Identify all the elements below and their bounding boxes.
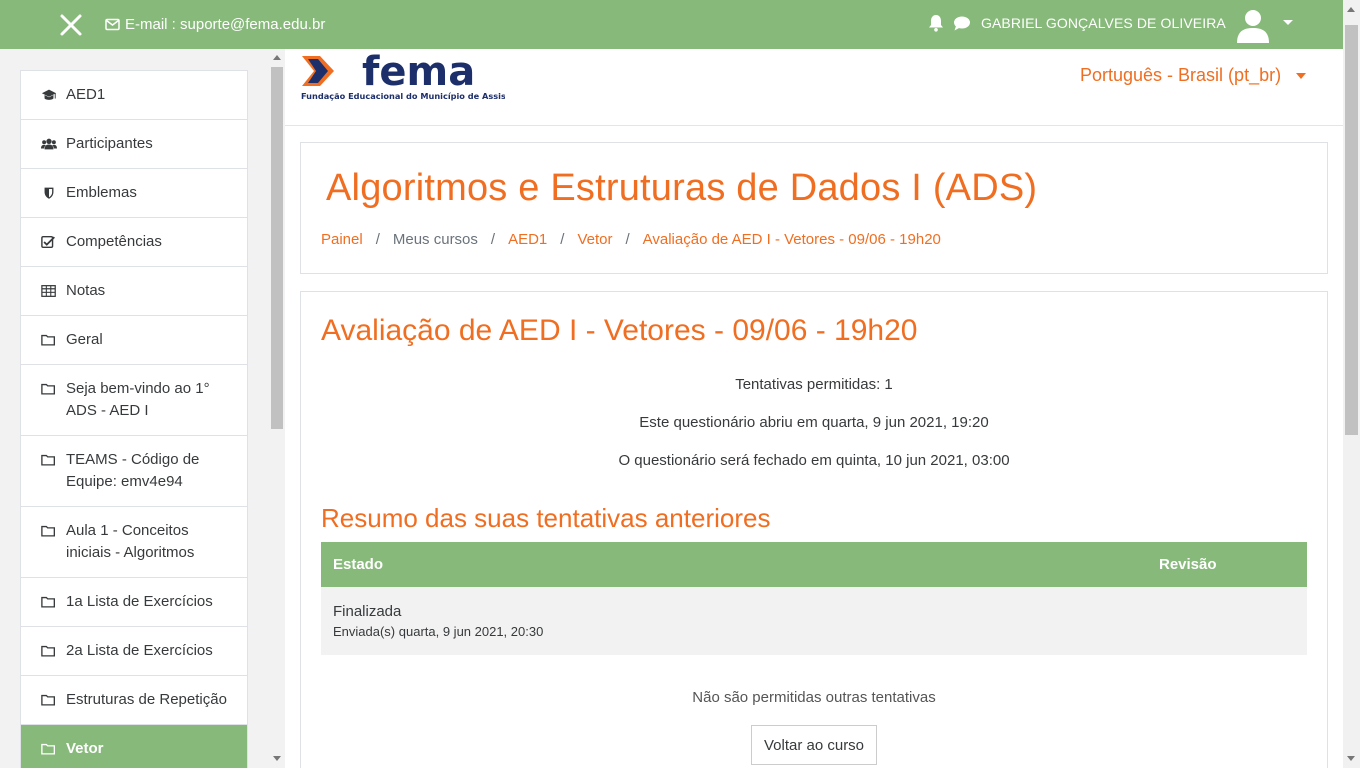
scroll-up-arrow-icon[interactable]	[1347, 7, 1355, 12]
sidebar-item-label: Competências	[66, 233, 162, 250]
folder-icon	[41, 329, 59, 351]
sidebar-item-aed1[interactable]: AED1	[21, 71, 247, 120]
breadcrumb-separator: /	[625, 231, 630, 248]
breadcrumb-painel[interactable]: Painel	[321, 231, 363, 248]
quiz-card: Avaliação de AED I - Vetores - 09/06 - 1…	[300, 291, 1328, 768]
close-icon	[60, 14, 82, 36]
page-scrollbar[interactable]	[1343, 0, 1360, 768]
sidebar-scrollbar-thumb[interactable]	[271, 67, 283, 429]
table-row: Finalizada Enviada(s) quarta, 9 jun 2021…	[321, 587, 1307, 655]
column-header-estado: Estado	[333, 556, 384, 573]
breadcrumb-separator: /	[375, 231, 380, 248]
breadcrumb-meus-cursos: Meus cursos	[392, 231, 478, 248]
table-header-row: Estado Revisão	[321, 542, 1307, 587]
support-email[interactable]: E-mail : suporte@fema.edu.br	[105, 16, 325, 33]
main-content: fema Fundação Educacional do Município d…	[285, 49, 1343, 768]
folder-icon	[41, 640, 59, 662]
sidebar-item-label: Estruturas de Repetição	[66, 691, 227, 708]
sidebar-item-label: 1a Lista de Exercícios	[66, 593, 213, 610]
logo-wordmark: fema	[362, 52, 475, 95]
column-header-revisao: Revisão	[1159, 556, 1217, 573]
breadcrumb-aed1[interactable]: AED1	[508, 231, 547, 248]
sidebar-item-participantes[interactable]: Participantes	[21, 120, 247, 169]
breadcrumb-separator: /	[560, 231, 565, 248]
folder-icon	[41, 520, 59, 542]
sidebar-item-label: AED1	[66, 86, 106, 103]
shield-icon	[41, 182, 59, 204]
close-drawer-button[interactable]	[58, 12, 84, 38]
attempt-state: Finalizada	[333, 603, 402, 620]
sidebar-item-geral[interactable]: Geral	[21, 316, 247, 365]
bell-icon[interactable]	[928, 14, 944, 32]
page-scrollbar-thumb[interactable]	[1345, 25, 1358, 435]
sidebar-item-label: Notas	[66, 282, 106, 299]
sidebar-nav-list: AED1 Participantes Emblemas Competências…	[20, 70, 248, 768]
folder-icon	[41, 378, 59, 400]
sidebar-item-label: Participantes	[66, 135, 153, 152]
course-title: Algoritmos e Estruturas de Dados I (ADS)	[326, 167, 1038, 209]
attempts-summary-title: Resumo das suas tentativas anteriores	[321, 503, 771, 533]
chevron-down-icon	[1296, 72, 1307, 79]
page-header-card: Algoritmos e Estruturas de Dados I (ADS)…	[300, 142, 1328, 274]
no-more-attempts-message: Não são permitidas outras tentativas	[692, 689, 936, 706]
quiz-opened-date: Este questionário abriu em quarta, 9 jun…	[639, 414, 989, 431]
fema-logo[interactable]: fema Fundação Educacional do Município d…	[300, 52, 505, 104]
folder-icon	[41, 449, 59, 471]
user-menu-caret-icon[interactable]	[1283, 20, 1293, 25]
sidebar-item-label: Aula 1 - Conceitos iniciais - Algoritmos	[66, 522, 195, 561]
sidebar-item-teams[interactable]: TEAMS - Código de Equipe: emv4e94	[21, 436, 247, 507]
folder-icon	[41, 738, 59, 760]
sidebar-item-label: Emblemas	[66, 184, 137, 201]
breadcrumb-quiz[interactable]: Avaliação de AED I - Vetores - 09/06 - 1…	[643, 231, 941, 248]
top-navbar: E-mail : suporte@fema.edu.br GABRIEL GON…	[0, 0, 1360, 49]
sidebar-item-2a-lista[interactable]: 2a Lista de Exercícios	[21, 627, 247, 676]
header-divider	[285, 125, 1343, 126]
back-to-course-button[interactable]: Voltar ao curso	[751, 725, 877, 765]
user-name[interactable]: GABRIEL GONÇALVES DE OLIVEIRA	[981, 15, 1226, 31]
sidebar-item-emblemas[interactable]: Emblemas	[21, 169, 247, 218]
scroll-down-arrow-icon[interactable]	[1347, 756, 1355, 761]
sidebar-item-competencias[interactable]: Competências	[21, 218, 247, 267]
language-label: Português - Brasil (pt_br)	[1080, 65, 1282, 85]
chat-icon[interactable]	[953, 15, 971, 32]
scroll-up-arrow-icon[interactable]	[273, 55, 281, 60]
breadcrumb-vetor[interactable]: Vetor	[577, 231, 612, 248]
folder-icon	[41, 689, 59, 711]
user-avatar-icon[interactable]	[1235, 7, 1271, 43]
attempts-allowed: Tentativas permitidas: 1	[735, 376, 893, 393]
sidebar-item-seja-bem-vindo[interactable]: Seja bem-vindo ao 1° ADS - AED I	[21, 365, 247, 436]
sidebar-scrollbar[interactable]	[269, 49, 285, 768]
sidebar-item-aula-1[interactable]: Aula 1 - Conceitos iniciais - Algoritmos	[21, 507, 247, 578]
language-selector[interactable]: Português - Brasil (pt_br)	[1080, 65, 1307, 86]
attempt-submitted-date: Enviada(s) quarta, 9 jun 2021, 20:30	[333, 624, 544, 639]
sidebar-item-label: Geral	[66, 331, 103, 348]
table-icon	[41, 280, 59, 302]
envelope-icon	[105, 18, 120, 31]
quiz-close-date: O questionário será fechado em quinta, 1…	[618, 452, 1010, 469]
folder-icon	[41, 591, 59, 613]
sidebar-item-label: Vetor	[66, 740, 104, 757]
breadcrumb-separator: /	[490, 231, 496, 248]
sidebar-item-vetor[interactable]: Vetor	[21, 725, 247, 768]
sidebar-item-label: TEAMS - Código de Equipe: emv4e94	[66, 451, 200, 490]
breadcrumb: Painel / Meus cursos / AED1 / Vetor / Av…	[321, 231, 941, 248]
graduation-cap-icon	[41, 84, 59, 106]
checkbox-icon	[41, 231, 59, 253]
sidebar-item-label: Seja bem-vindo ao 1° ADS - AED I	[66, 380, 210, 419]
course-sidebar: AED1 Participantes Emblemas Competências…	[0, 49, 285, 768]
attempts-table: Estado Revisão Finalizada Enviada(s) qua…	[321, 542, 1307, 655]
logo-subtitle: Fundação Educacional do Município de Ass…	[301, 91, 505, 101]
sidebar-item-1a-lista[interactable]: 1a Lista de Exercícios	[21, 578, 247, 627]
quiz-title: Avaliação de AED I - Vetores - 09/06 - 1…	[321, 314, 918, 347]
support-email-text: E-mail : suporte@fema.edu.br	[125, 16, 326, 33]
sidebar-item-label: 2a Lista de Exercícios	[66, 642, 213, 659]
users-icon	[41, 133, 59, 155]
sidebar-item-estruturas-repeticao[interactable]: Estruturas de Repetição	[21, 676, 247, 725]
scroll-down-arrow-icon[interactable]	[273, 756, 281, 761]
sidebar-item-notas[interactable]: Notas	[21, 267, 247, 316]
